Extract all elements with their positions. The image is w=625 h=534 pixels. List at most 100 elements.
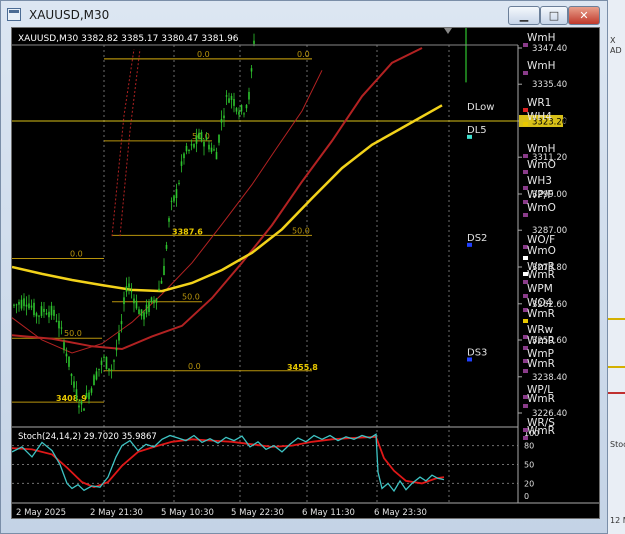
pivot-label: WmR	[527, 269, 555, 281]
side-panel-line	[608, 318, 625, 320]
candle-body	[218, 134, 220, 143]
price-axis-label: 3347.40	[532, 44, 567, 54]
candle-body	[118, 332, 120, 341]
candle-body	[243, 113, 245, 115]
pivot-marker	[523, 404, 528, 408]
candle-body	[158, 288, 160, 291]
candle-body	[128, 283, 130, 288]
window-title: XAUUSD,M30	[29, 8, 110, 22]
pivot-label: WmO	[527, 159, 556, 171]
candle-body	[98, 368, 100, 370]
candle-body	[20, 299, 23, 309]
candle-body	[15, 304, 18, 306]
pivot-label: WmH	[527, 32, 556, 44]
level-label: DS3	[467, 347, 487, 358]
pivot-marker	[523, 43, 528, 47]
candle-body	[235, 108, 238, 112]
candle-body	[23, 298, 25, 307]
time-axis-label: 5 May 22:30	[231, 508, 284, 518]
price-chart[interactable]: 0.00.050.050.00.050.050.00.03387.63455.8…	[12, 28, 600, 519]
candle-body	[148, 302, 150, 312]
candle-body	[70, 373, 73, 377]
time-axis-label: 5 May 10:30	[161, 508, 214, 518]
pivot-marker	[523, 154, 528, 158]
chart-window: XAUUSD,M30 ▁ □ ✕ 0.0 0.0 50.0 50.0 0.0 50.0 50…	[0, 0, 608, 534]
stoch-scale-label: 50	[524, 461, 534, 470]
pivot-label: WmO	[527, 245, 556, 257]
candle-body	[245, 104, 248, 109]
pivot-label: WmR	[527, 335, 555, 347]
candle-body	[203, 141, 205, 147]
candle-body	[103, 356, 105, 358]
candle-body	[30, 305, 33, 308]
minimize-button[interactable]: ▁	[508, 6, 540, 25]
candle-body	[83, 408, 85, 411]
fast-ma-line	[12, 70, 323, 354]
slow-ma-line	[12, 47, 423, 351]
candle-body	[85, 393, 88, 398]
candle-body	[208, 144, 210, 150]
candle-body	[155, 298, 158, 303]
fib-price-tag: 3387.6	[172, 227, 203, 236]
level-label: DS2	[467, 233, 487, 244]
pivot-label: WR1	[527, 97, 551, 109]
candle-body	[58, 320, 60, 329]
pivot-label: WH4	[527, 111, 552, 123]
candle-body	[193, 144, 195, 148]
pivot-label: WmR	[527, 308, 555, 320]
fib-label: 0.0	[297, 50, 310, 59]
candle-body	[88, 392, 90, 400]
pivot-label: WmR	[527, 358, 555, 370]
chart-canvas[interactable]: 0.00.050.050.00.050.050.00.03387.63455.8…	[11, 27, 600, 519]
candle-body	[13, 304, 15, 306]
candle-body	[28, 303, 30, 309]
candle-body	[188, 150, 190, 152]
pivot-marker	[523, 170, 528, 174]
adjacent-window-strip[interactable]: X AD Stoc 12 M	[608, 0, 625, 534]
candle-body	[145, 304, 148, 314]
candle-body	[123, 297, 125, 305]
candle-body	[223, 115, 225, 119]
candle-body	[230, 96, 233, 100]
candle-body	[133, 298, 135, 304]
fib-price-tag: 3455.8	[287, 363, 318, 372]
close-button[interactable]: ✕	[568, 6, 600, 25]
long-ma-line	[12, 104, 443, 293]
candle-body	[180, 161, 183, 166]
candle-body	[65, 353, 68, 357]
candle-body	[25, 304, 28, 307]
candle-body	[80, 401, 83, 405]
title-bar[interactable]: XAUUSD,M30 ▁ □ ✕	[1, 1, 607, 29]
candle-body	[38, 315, 40, 317]
chart-header: XAUUSD,M30 3382.82 3385.17 3380.47 3381.…	[18, 34, 239, 44]
time-axis-label: 2 May 2025	[16, 508, 66, 518]
candle-body	[163, 265, 165, 276]
level-marker	[467, 134, 472, 139]
candle-body	[93, 375, 95, 386]
price-axis-label: 3238.40	[532, 373, 567, 383]
candle-body	[153, 299, 155, 304]
pivot-label: WPM	[527, 283, 553, 295]
candle-body	[220, 119, 223, 123]
candle-body	[238, 111, 240, 115]
candle-body	[100, 360, 103, 365]
time-axis-label: 2 May 21:30	[90, 508, 143, 518]
candle-body	[75, 389, 78, 400]
time-axis-label: 6 May 23:30	[374, 508, 427, 518]
maximize-button[interactable]: □	[540, 6, 568, 25]
price-axis-label: 3335.40	[532, 80, 567, 90]
side-panel-text: AD	[610, 46, 622, 55]
pivot-label: WP/F	[527, 189, 553, 201]
fib-label: 0.0	[197, 50, 210, 59]
candle-body	[110, 369, 113, 371]
candle-body	[250, 68, 253, 72]
pivot-label: WmH	[527, 60, 556, 72]
candle-body	[115, 347, 118, 351]
fib-label: 50.0	[292, 226, 310, 235]
level-marker	[467, 357, 472, 362]
side-panel-line	[608, 366, 625, 368]
pivot-marker	[523, 369, 528, 373]
stoch-scale-label: 0	[524, 492, 529, 501]
candle-body	[205, 136, 208, 140]
pivot-label: WH3	[527, 175, 552, 187]
